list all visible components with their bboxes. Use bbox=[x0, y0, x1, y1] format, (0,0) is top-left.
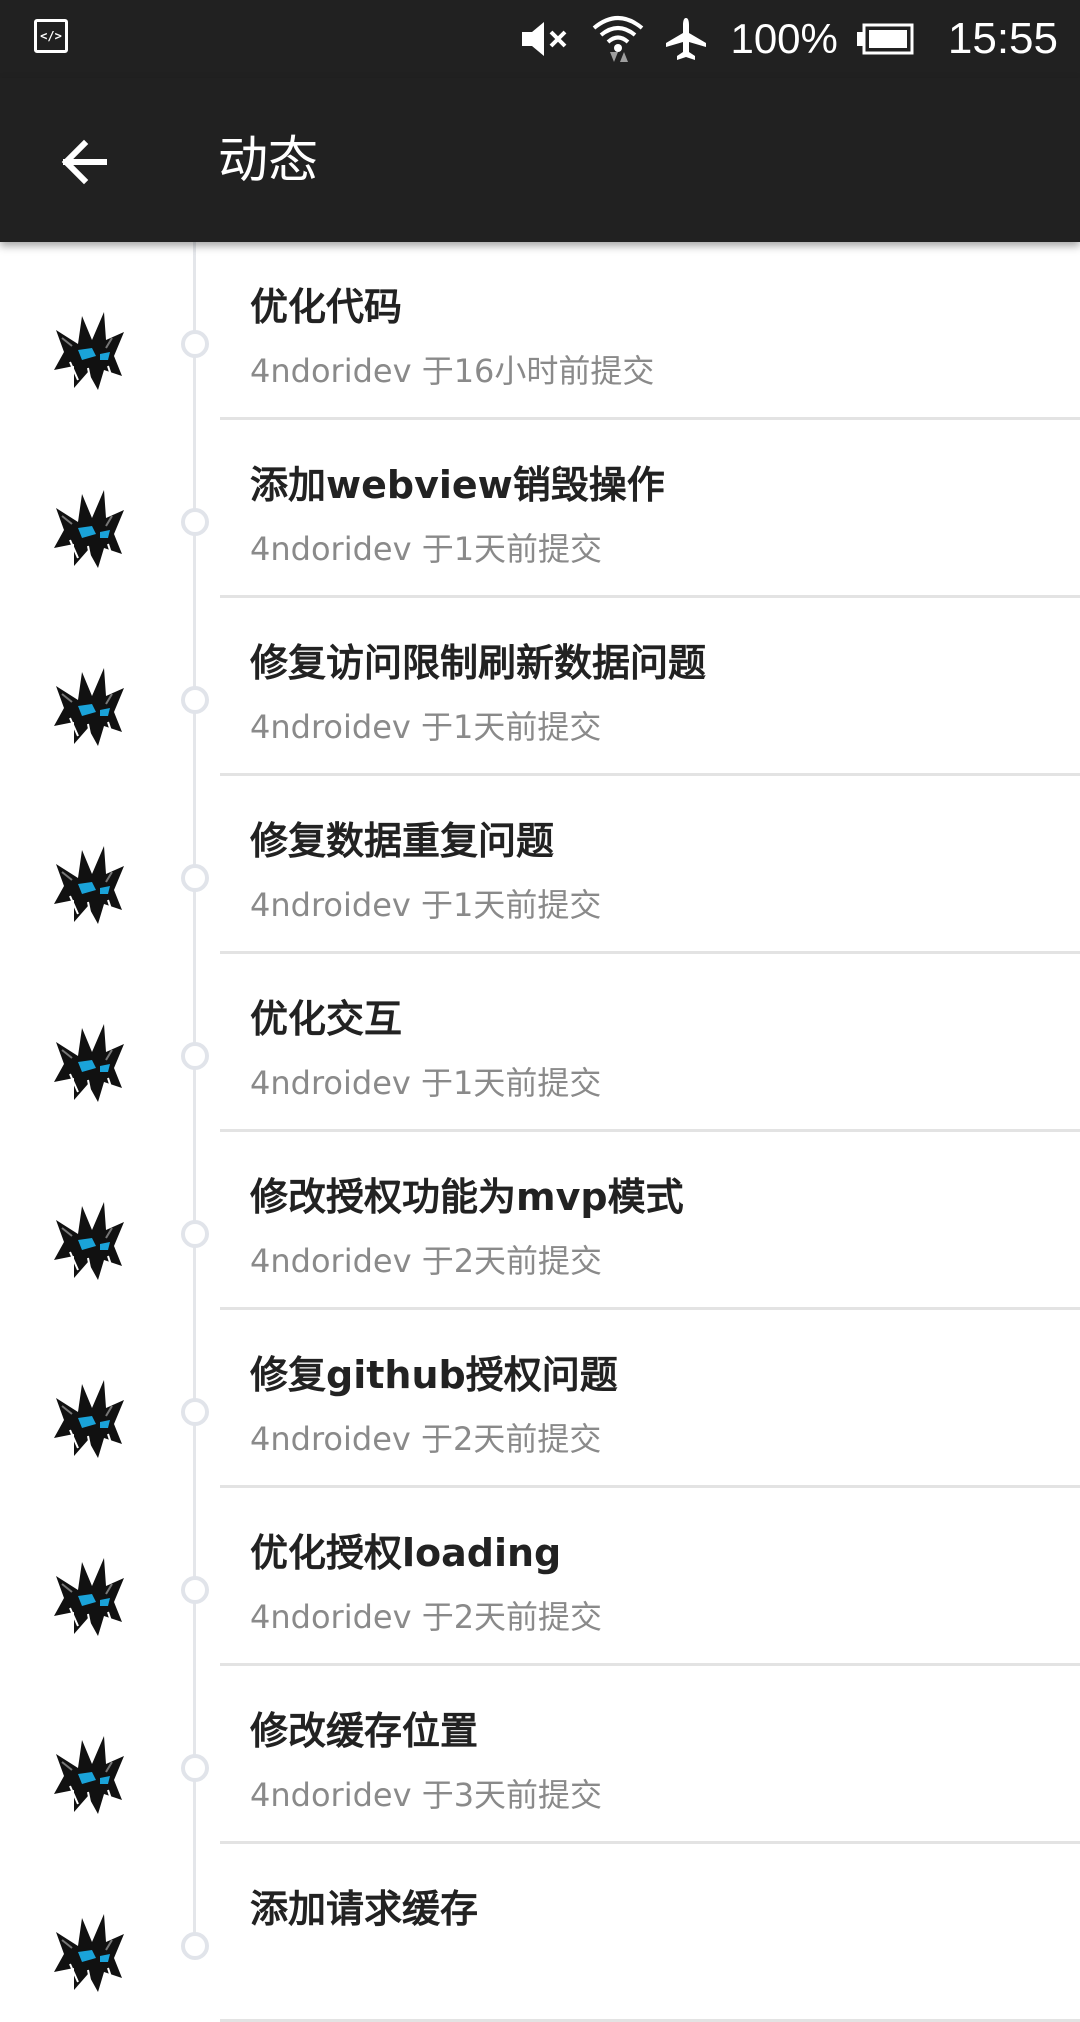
timeline-dot bbox=[181, 1576, 209, 1604]
commit-meta: 4ndoridev 于2天前提交 bbox=[250, 1242, 603, 1280]
avatar[interactable] bbox=[48, 310, 130, 394]
commit-row[interactable]: 优化代码 4ndoridev 于16小时前提交 bbox=[0, 242, 1080, 420]
commit-row[interactable]: 修复访问限制刷新数据问题 4ndroidev 于1天前提交 bbox=[0, 598, 1080, 776]
timeline-dot bbox=[181, 686, 209, 714]
commit-meta: 4ndroidev 于1天前提交 bbox=[250, 1064, 602, 1102]
volume-muted-icon bbox=[522, 22, 567, 56]
avatar[interactable] bbox=[48, 1734, 130, 1818]
avatar[interactable] bbox=[48, 1556, 130, 1640]
airplane-mode-icon bbox=[666, 18, 707, 60]
commit-row[interactable]: 添加请求缓存 bbox=[0, 1844, 1080, 2022]
commit-title: 优化授权loading bbox=[250, 1531, 562, 1575]
clock: 15:55 bbox=[947, 14, 1058, 63]
commit-meta: 4ndoridev 于2天前提交 bbox=[250, 1598, 603, 1636]
commit-row[interactable]: 优化授权loading 4ndoridev 于2天前提交 bbox=[0, 1488, 1080, 1666]
arrow-back-icon bbox=[61, 139, 107, 185]
timeline-dot bbox=[181, 1220, 209, 1248]
commit-title: 修复访问限制刷新数据问题 bbox=[250, 641, 707, 685]
avatar[interactable] bbox=[48, 1022, 130, 1106]
timeline-dot bbox=[181, 1932, 209, 1960]
commit-meta: 4ndroidev 于2天前提交 bbox=[250, 1420, 602, 1458]
timeline-dot bbox=[181, 864, 209, 892]
commit-title: 添加请求缓存 bbox=[250, 1887, 479, 1931]
commit-meta: 4ndoridev 于1天前提交 bbox=[250, 530, 603, 568]
avatar[interactable] bbox=[48, 844, 130, 928]
commit-list[interactable]: 优化代码 4ndoridev 于16小时前提交 添加webview销毁操作 4n… bbox=[0, 242, 1080, 2022]
commit-title: 修复数据重复问题 bbox=[250, 819, 555, 863]
app-bar: 动态 bbox=[0, 78, 1080, 242]
developer-mode-icon: </> bbox=[34, 19, 68, 53]
battery-percent: 100% bbox=[730, 15, 838, 62]
commit-row[interactable]: 优化交互 4ndroidev 于1天前提交 bbox=[0, 954, 1080, 1132]
commit-title: 修复github授权问题 bbox=[250, 1353, 618, 1397]
avatar[interactable] bbox=[48, 1378, 130, 1462]
timeline-dot bbox=[181, 1754, 209, 1782]
avatar[interactable] bbox=[48, 1912, 130, 1996]
timeline-dot bbox=[181, 1398, 209, 1426]
commit-row[interactable]: 修改授权功能为mvp模式 4ndoridev 于2天前提交 bbox=[0, 1132, 1080, 1310]
wifi-icon bbox=[593, 16, 644, 62]
timeline-dot bbox=[181, 330, 209, 358]
commit-title: 优化交互 bbox=[250, 997, 403, 1041]
commit-title: 添加webview销毁操作 bbox=[250, 463, 665, 507]
timeline-dot bbox=[181, 508, 209, 536]
status-bar: </> 100% 15:55 bbox=[0, 0, 1080, 78]
commit-title: 修改授权功能为mvp模式 bbox=[250, 1175, 684, 1219]
commit-row[interactable]: 修改缓存位置 4ndoridev 于3天前提交 bbox=[0, 1666, 1080, 1844]
commit-row[interactable]: 修复github授权问题 4ndroidev 于2天前提交 bbox=[0, 1310, 1080, 1488]
commit-row[interactable]: 修复数据重复问题 4ndroidev 于1天前提交 bbox=[0, 776, 1080, 954]
timeline-dot bbox=[181, 1042, 209, 1070]
page-title: 动态 bbox=[218, 131, 318, 189]
commit-title: 优化代码 bbox=[250, 285, 403, 329]
commit-meta: 4ndroidev 于1天前提交 bbox=[250, 708, 602, 746]
commit-meta: 4ndroidev 于1天前提交 bbox=[250, 886, 602, 924]
commit-meta: 4ndoridev 于3天前提交 bbox=[250, 1776, 603, 1814]
back-button[interactable] bbox=[40, 118, 128, 206]
commit-row[interactable]: 添加webview销毁操作 4ndoridev 于1天前提交 bbox=[0, 420, 1080, 598]
status-icons: 100% 15:55 bbox=[518, 0, 1058, 78]
avatar[interactable] bbox=[48, 488, 130, 572]
commit-title: 修改缓存位置 bbox=[250, 1709, 479, 1753]
avatar[interactable] bbox=[48, 1200, 130, 1284]
commit-meta: 4ndoridev 于16小时前提交 bbox=[250, 352, 655, 390]
battery-icon bbox=[856, 23, 914, 55]
avatar[interactable] bbox=[48, 666, 130, 750]
